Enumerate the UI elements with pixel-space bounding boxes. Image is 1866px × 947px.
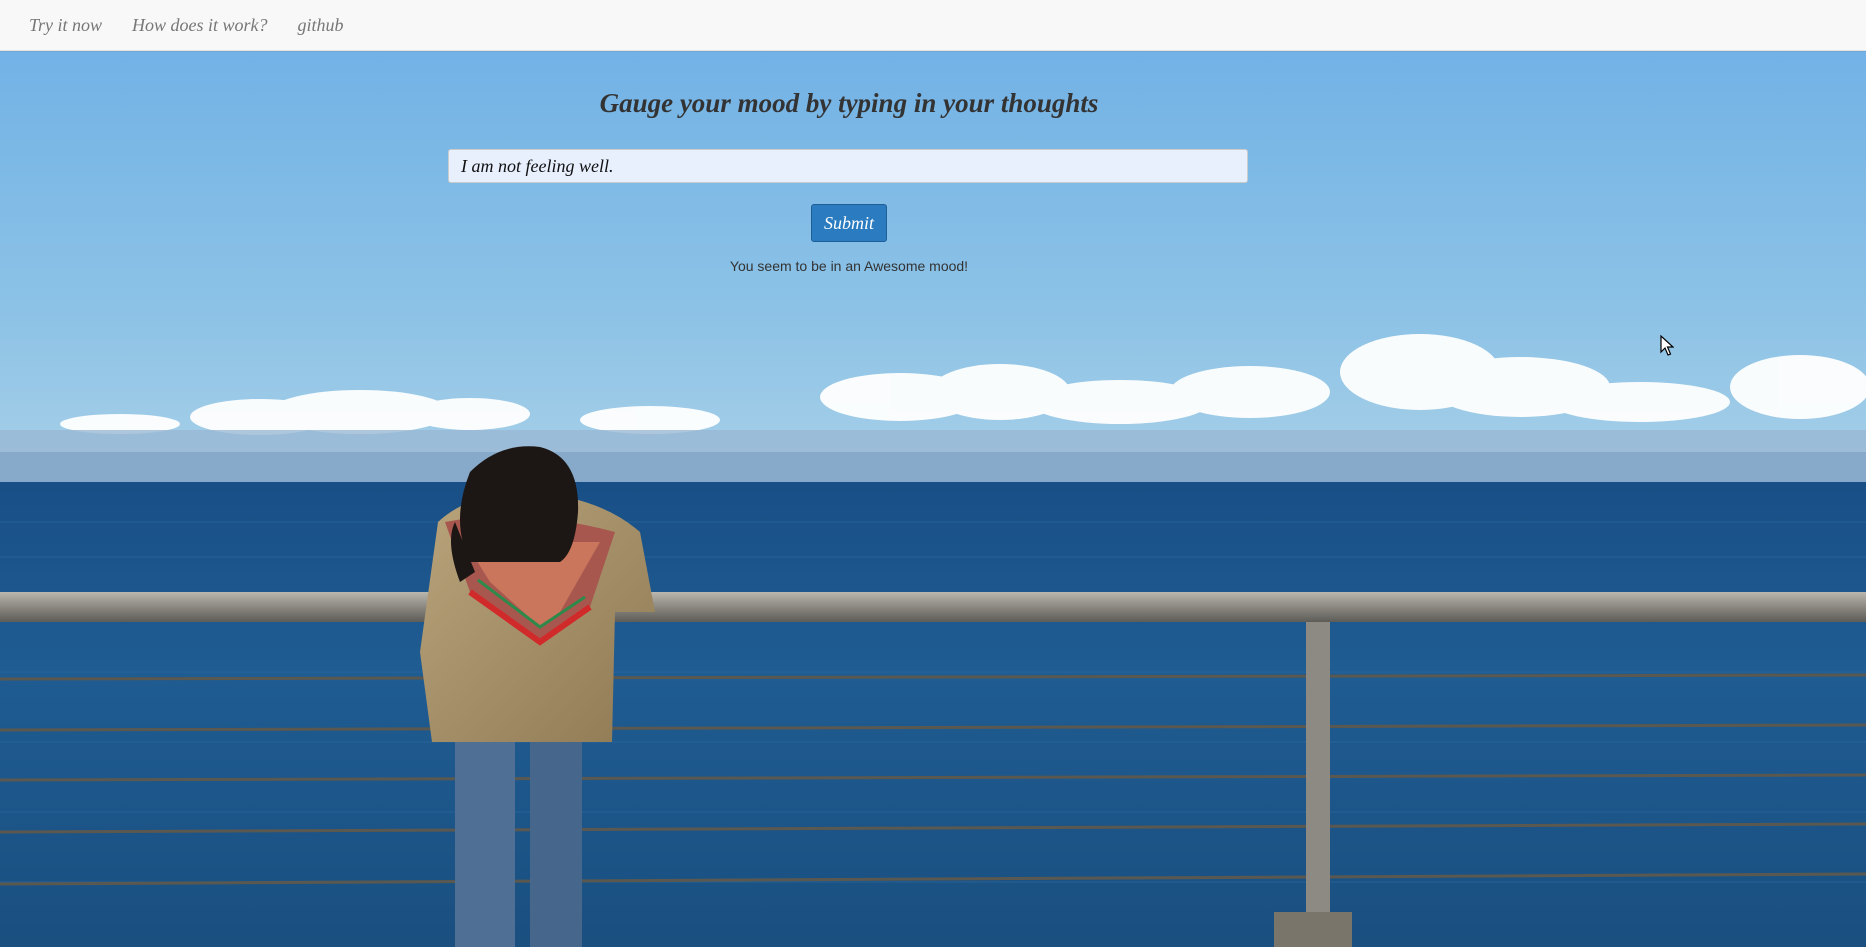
nav-link-github[interactable]: github [298, 15, 344, 36]
nav-link-how-does-it-work[interactable]: How does it work? [132, 15, 268, 36]
nav-link-try-it-now[interactable]: Try it now [29, 15, 102, 36]
thoughts-input[interactable] [448, 149, 1248, 183]
page-heading: Gauge your mood by typing in your though… [599, 88, 1099, 118]
background-photo [0, 52, 1866, 947]
mood-result-text: You seem to be in an Awesome mood! [729, 258, 969, 274]
mouse-cursor-icon [1660, 334, 1675, 362]
submit-button[interactable]: Submit [811, 204, 887, 242]
page: Try it now How does it work? github Gaug… [0, 0, 1866, 947]
top-navbar: Try it now How does it work? github [0, 0, 1866, 51]
